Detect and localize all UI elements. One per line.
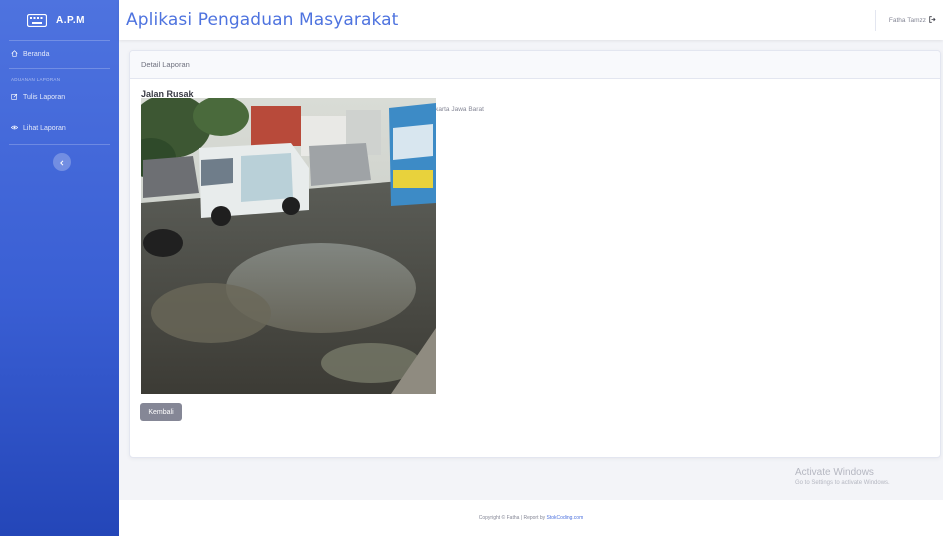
watermark-title: Activate Windows (795, 467, 874, 478)
windows-activation-watermark: Activate Windows Go to Settings to activ… (795, 467, 890, 486)
sidebar-toggle-button[interactable] (53, 153, 71, 171)
back-button[interactable]: Kembali (140, 403, 182, 421)
report-detail-card: Detail Laporan Jalan Rusak Ada Jalanan R… (129, 50, 941, 458)
user-menu[interactable]: Fatha Tamzz (889, 0, 936, 40)
laugh-wink-icon (27, 13, 47, 27)
app-title: Aplikasi Pengaduan Masyarakat (126, 10, 399, 30)
chevron-left-icon (59, 153, 65, 171)
topbar-divider (875, 10, 876, 31)
user-name: Fatha Tamzz (888, 16, 926, 24)
sidebar-item-label: Beranda (23, 51, 50, 58)
sidebar: A.P.M Beranda ADUANAN LAPORAN Tulis Lapo… (0, 0, 119, 536)
watermark-subtitle: Go to Settings to activate Windows. (795, 480, 890, 486)
brand-name: A.P.M (56, 14, 85, 26)
footer: Copyright © Fatha | Report by StokCoding… (119, 500, 943, 536)
footer-link[interactable]: StokCoding.com (547, 515, 584, 521)
sidebar-item-label: Tulis Laporan (23, 93, 66, 101)
sidebar-item-label: Lihat Laporan (23, 124, 66, 132)
sign-out-icon (929, 15, 936, 25)
eye-icon (10, 124, 19, 133)
sidebar-item-lihat-laporan[interactable]: Lihat Laporan (0, 112, 119, 144)
topbar: Aplikasi Pengaduan Masyarakat Fatha Tamz… (119, 0, 943, 40)
card-header: Detail Laporan (130, 51, 940, 79)
report-photo (141, 98, 436, 394)
sidebar-item-tulis-laporan[interactable]: Tulis Laporan (0, 85, 119, 109)
sidebar-divider (9, 144, 110, 145)
sidebar-section-heading: ADUANAN LAPORAN (11, 77, 61, 82)
footer-copyright: Copyright © Fatha | Report by (478, 515, 546, 521)
sidebar-item-beranda[interactable]: Beranda (0, 41, 119, 68)
home-icon (11, 50, 18, 59)
edit-icon (11, 93, 18, 102)
sidebar-brand[interactable]: A.P.M (0, 0, 119, 40)
